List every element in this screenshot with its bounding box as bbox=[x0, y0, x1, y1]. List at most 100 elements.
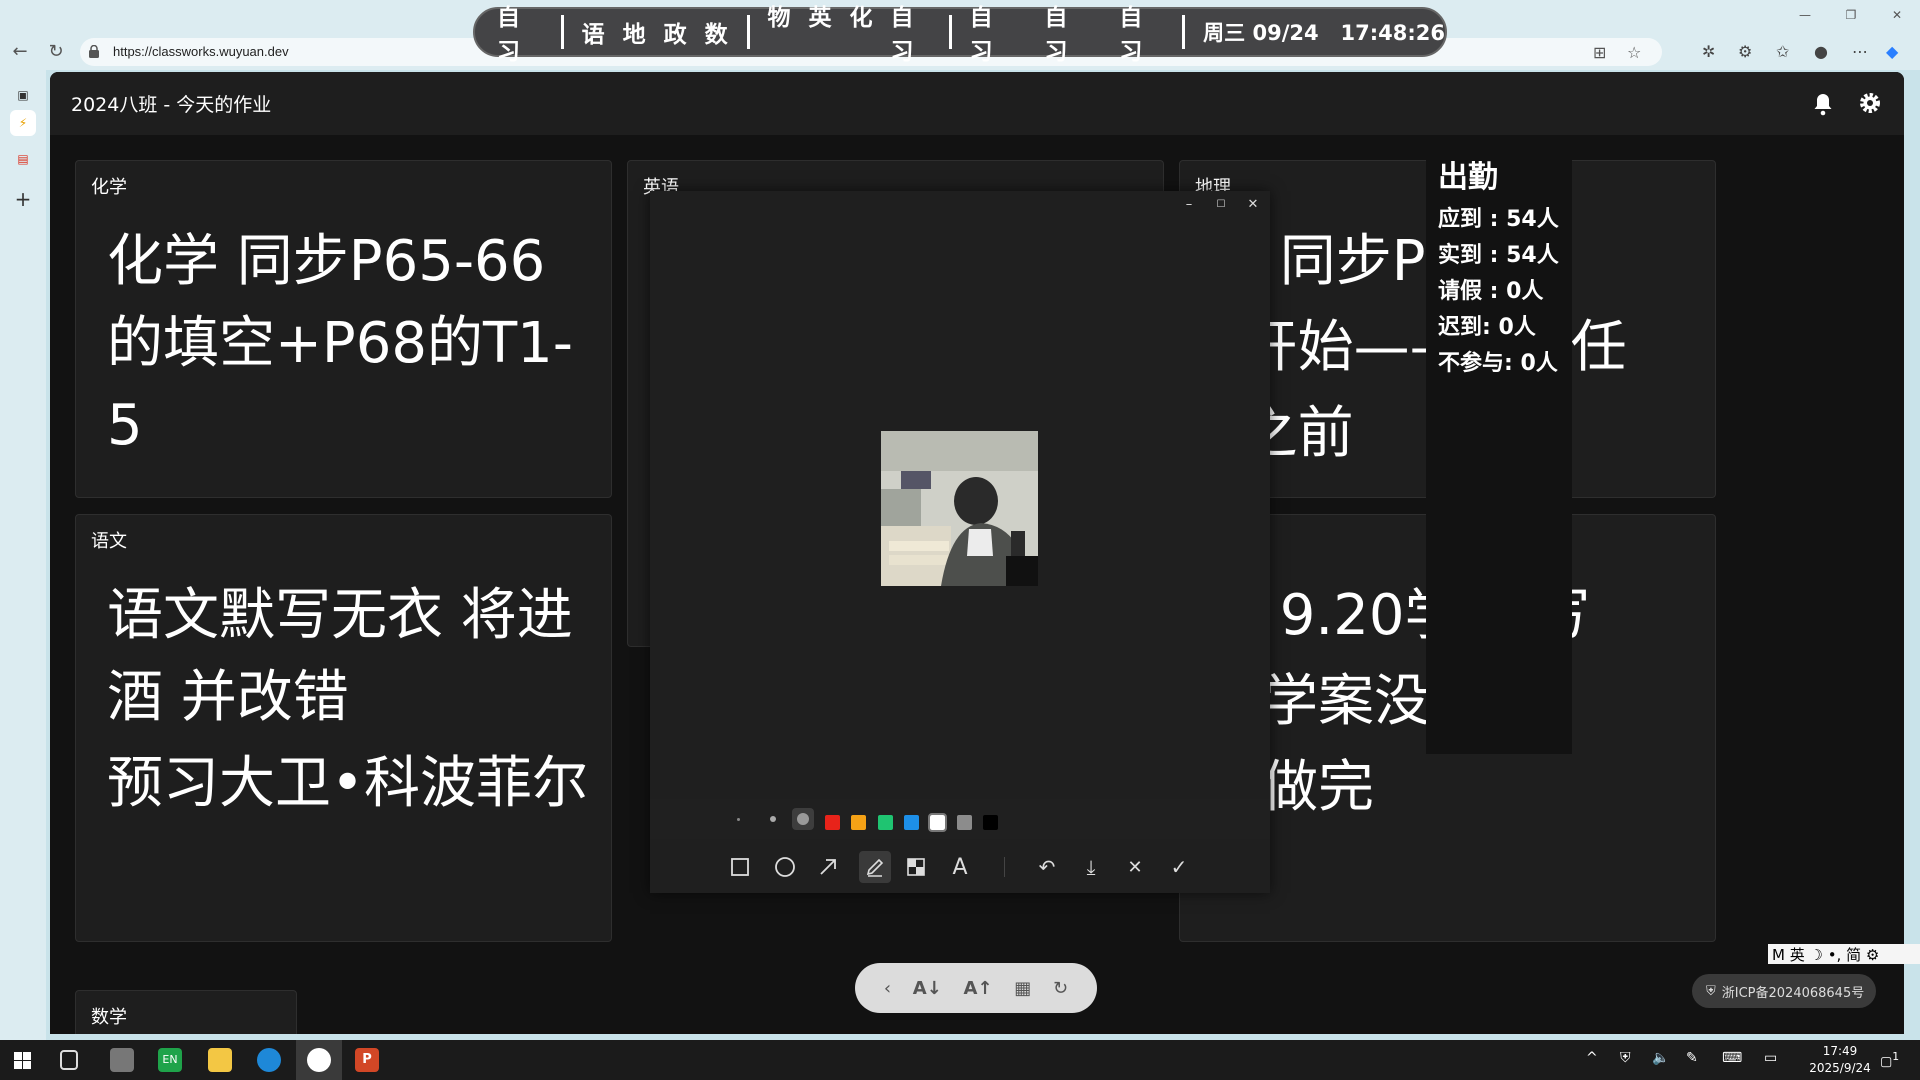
color-swatch[interactable] bbox=[903, 815, 919, 830]
qq-icon[interactable] bbox=[307, 1048, 331, 1072]
divider bbox=[746, 15, 750, 49]
homework-card-math[interactable]: 数学 bbox=[75, 990, 297, 1034]
minimize-icon[interactable]: — bbox=[1782, 0, 1828, 30]
gear-icon[interactable] bbox=[1858, 91, 1882, 115]
download-icon[interactable]: ⤓ bbox=[1079, 855, 1103, 879]
clock-time: 17:49 bbox=[1822, 1044, 1858, 1058]
undo-icon[interactable]: ↶ bbox=[1035, 855, 1059, 879]
scrollbar[interactable] bbox=[1902, 72, 1904, 1034]
card-content: 语文默写无衣 将进酒 并改错 预习大卫•科波菲尔 bbox=[107, 575, 593, 829]
period-label: 地 bbox=[622, 22, 647, 48]
app-onenote-icon[interactable] bbox=[110, 1048, 134, 1072]
tab-pdf-icon[interactable]: ▤ bbox=[10, 146, 36, 172]
powerpoint-icon[interactable]: P bbox=[355, 1048, 379, 1072]
security-icon[interactable]: ⛨ bbox=[1620, 1050, 1631, 1066]
puzzle-icon[interactable]: ⚙ bbox=[1738, 42, 1752, 61]
attendance-present: 实到 : 54人 bbox=[1438, 243, 1559, 268]
period-label: 自习 bbox=[1119, 5, 1144, 65]
card-subject: 化学 bbox=[91, 177, 127, 198]
font-size-increase-icon[interactable]: A↑ bbox=[964, 978, 993, 999]
profile-avatar[interactable]: ● bbox=[1814, 42, 1828, 61]
drawing-canvas[interactable] bbox=[650, 219, 1270, 799]
tab-classworks-icon[interactable]: ⚡ bbox=[10, 110, 36, 136]
more-menu-icon[interactable]: ⋯ bbox=[1852, 42, 1868, 61]
page-title: 2024八班 - 今天的作业 bbox=[71, 94, 272, 116]
schedule-group: 语 地 政 数 bbox=[582, 15, 729, 49]
font-size-decrease-icon[interactable]: A↓ bbox=[913, 978, 942, 999]
period-label: 化 bbox=[849, 5, 874, 31]
ellipse-tool-icon[interactable] bbox=[773, 855, 797, 879]
color-swatch[interactable] bbox=[825, 815, 840, 830]
new-tab-icon[interactable]: + bbox=[10, 186, 36, 212]
ime-toolbar[interactable]: M 英 ☽ •, 简 ⚙ bbox=[1768, 944, 1920, 964]
text-tool-icon[interactable]: A bbox=[948, 855, 972, 880]
back-icon[interactable]: ← bbox=[10, 42, 30, 62]
drawing-toolbar: A ↶ ⤓ ✕ ✓ bbox=[650, 839, 1270, 893]
color-swatch[interactable] bbox=[851, 815, 867, 830]
clock-date: 2025/9/24 bbox=[1809, 1061, 1871, 1075]
period-label: 语 bbox=[581, 22, 606, 48]
restore-icon[interactable]: ❐ bbox=[1828, 0, 1874, 30]
close-icon[interactable]: ✕ bbox=[1874, 0, 1920, 30]
chevron-left-icon[interactable]: ‹ bbox=[884, 978, 891, 999]
edge-browser-icon[interactable] bbox=[257, 1048, 281, 1072]
refresh-icon[interactable]: ↻ bbox=[46, 42, 66, 62]
card-line: 的做完 bbox=[1206, 755, 1374, 820]
period-label: 政 bbox=[663, 22, 688, 48]
favorite-star-icon[interactable]: ☆ bbox=[1627, 43, 1641, 62]
calendar-icon[interactable]: ▦ bbox=[1014, 978, 1031, 999]
maximize-icon[interactable]: ☐ bbox=[1211, 195, 1231, 215]
tab-actions-icon[interactable]: ▣ bbox=[10, 82, 36, 108]
copilot-icon[interactable]: ◆ bbox=[1886, 42, 1898, 61]
divider bbox=[1004, 857, 1005, 877]
datetime-display: 周三 09/24 17:48:26 bbox=[1203, 21, 1445, 45]
attendance-leave: 请假 : 0人 bbox=[1438, 279, 1544, 304]
display-icon[interactable]: ▭ bbox=[1764, 1050, 1777, 1066]
color-swatch[interactable] bbox=[877, 815, 893, 830]
extension-icon[interactable]: ✲ bbox=[1702, 42, 1715, 61]
system-clock[interactable]: 17:49 2025/9/24 bbox=[1808, 1043, 1872, 1077]
translate-icon[interactable]: ⊞ bbox=[1593, 43, 1606, 62]
pen-icon[interactable]: ✎ bbox=[1686, 1050, 1698, 1066]
period-label: 自习 bbox=[497, 5, 521, 65]
attendance-excluded: 不参与: 0人 bbox=[1438, 351, 1558, 376]
brush-size-large-selected[interactable] bbox=[792, 808, 814, 830]
attendance-heading: 出勤 bbox=[1438, 160, 1498, 195]
favorites-icon[interactable]: ✩ bbox=[1776, 42, 1789, 61]
homework-card-chinese[interactable]: 语文 语文默写无衣 将进酒 并改错 预习大卫•科波菲尔 bbox=[75, 514, 612, 942]
divider bbox=[948, 15, 952, 49]
confirm-check-icon[interactable]: ✓ bbox=[1167, 855, 1191, 879]
file-explorer-icon[interactable] bbox=[208, 1048, 232, 1072]
task-view-icon[interactable] bbox=[60, 1050, 78, 1070]
period-label: 自习 bbox=[890, 5, 915, 65]
color-swatch[interactable] bbox=[982, 815, 998, 830]
arrow-tool-icon[interactable] bbox=[816, 855, 840, 879]
card-line: 化学 同步P65-66的填空+P68的T1-5 bbox=[107, 229, 573, 458]
keyboard-icon[interactable]: ⌨ bbox=[1722, 1050, 1742, 1066]
bell-icon[interactable] bbox=[1812, 92, 1834, 116]
notification-icon[interactable]: ▢1 bbox=[1880, 1050, 1899, 1069]
windows-start-icon[interactable] bbox=[14, 1052, 31, 1069]
period-label: 自习 bbox=[969, 5, 994, 65]
period-label: 英 bbox=[808, 5, 833, 31]
rectangle-tool-icon[interactable] bbox=[728, 855, 752, 879]
refresh-icon[interactable]: ↻ bbox=[1053, 978, 1068, 999]
brush-size-medium[interactable] bbox=[770, 816, 776, 822]
lock-icon bbox=[89, 45, 99, 58]
color-swatch[interactable] bbox=[956, 815, 972, 830]
pen-tool-icon[interactable] bbox=[859, 851, 891, 883]
class-schedule-bar: 自习 语 地 政 数 物 英 化 自习 自习 自习 自习 周三 09/24 17… bbox=[473, 5, 1447, 65]
mosaic-tool-icon[interactable] bbox=[904, 855, 928, 879]
app-en-icon[interactable]: EN bbox=[158, 1048, 182, 1072]
close-icon[interactable]: ✕ bbox=[1243, 195, 1263, 215]
icp-badge[interactable]: ⛨ 浙ICP备2024068645号 bbox=[1692, 974, 1876, 1008]
minimize-icon[interactable]: – bbox=[1179, 195, 1199, 215]
card-subject: 数学 bbox=[91, 1007, 127, 1028]
homework-card-chemistry[interactable]: 化学 化学 同步P65-66的填空+P68的T1-5 bbox=[75, 160, 612, 498]
vertical-tab-strip: ▣ ⚡ ▤ + bbox=[0, 70, 46, 1040]
color-swatch[interactable] bbox=[928, 813, 948, 832]
volume-icon[interactable]: 🔈 bbox=[1652, 1050, 1669, 1066]
show-hidden-icons-icon[interactable]: ^ bbox=[1586, 1050, 1598, 1066]
brush-size-small[interactable] bbox=[737, 818, 740, 821]
cancel-icon[interactable]: ✕ bbox=[1123, 855, 1147, 879]
